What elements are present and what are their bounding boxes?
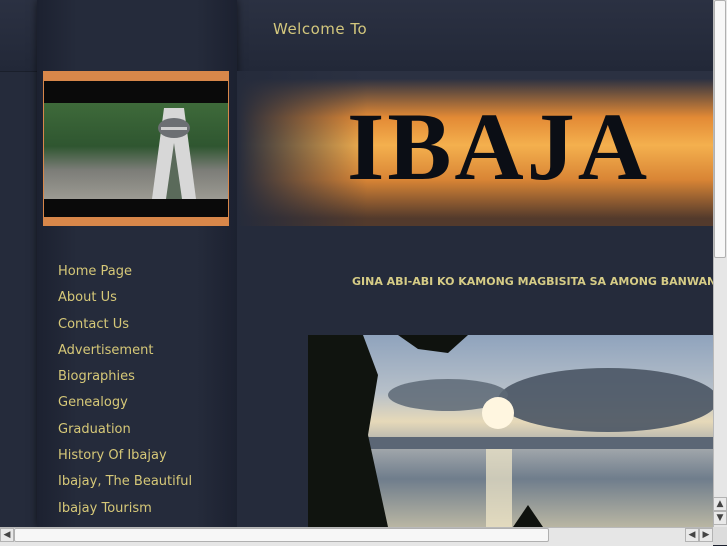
welcome-heading: Welcome To bbox=[273, 20, 368, 38]
main-nav: Home Page About Us Contact Us Advertisem… bbox=[58, 262, 192, 525]
nav-link-home[interactable]: Home Page bbox=[58, 264, 132, 279]
horizontal-scroll-thumb[interactable] bbox=[14, 528, 549, 542]
arrow-left-icon[interactable]: ◀ bbox=[685, 528, 699, 542]
web-page: Welcome To IBAJA GINA ABI-ABI KO KAMONG … bbox=[0, 0, 713, 527]
sunset-photo bbox=[308, 335, 713, 527]
nav-link-history[interactable]: History Of Ibajay bbox=[58, 448, 167, 463]
nav-link-tourism[interactable]: Ibajay Tourism bbox=[58, 501, 152, 516]
nav-item-about: About Us bbox=[58, 288, 192, 314]
nav-item-biographies: Biographies bbox=[58, 367, 192, 393]
nav-link-contact[interactable]: Contact Us bbox=[58, 317, 129, 332]
nav-link-advertisement[interactable]: Advertisement bbox=[58, 343, 153, 358]
banner-title: IBAJA bbox=[347, 93, 651, 200]
arrow-up-icon[interactable]: ▲ bbox=[713, 497, 727, 511]
arrow-left-icon[interactable]: ◀ bbox=[0, 528, 14, 542]
nav-item-advertisement: Advertisement bbox=[58, 341, 192, 367]
arrow-down-icon[interactable]: ▼ bbox=[713, 511, 727, 525]
tagline-text: GINA ABI-ABI KO KAMONG MAGBISITA SA AMON… bbox=[352, 275, 713, 288]
sunset-scene bbox=[308, 335, 713, 527]
nav-item-graduation: Graduation bbox=[58, 420, 192, 446]
nav-item-home: Home Page bbox=[58, 262, 192, 288]
entrance-photo-scene bbox=[44, 103, 228, 199]
nav-item-contact: Contact Us bbox=[58, 315, 192, 341]
arrow-right-icon[interactable]: ▶ bbox=[699, 528, 713, 542]
nav-link-genealogy[interactable]: Genealogy bbox=[58, 395, 128, 410]
monument-image bbox=[152, 108, 196, 199]
vertical-scroll-thumb[interactable] bbox=[714, 0, 726, 258]
banner-image: IBAJA bbox=[237, 71, 713, 226]
nav-item-beautiful: Ibajay, The Beautiful bbox=[58, 472, 192, 498]
nav-link-about[interactable]: About Us bbox=[58, 290, 117, 305]
scrollbar-corner bbox=[713, 527, 727, 545]
nav-item-tourism: Ibajay Tourism bbox=[58, 499, 192, 525]
nav-item-genealogy: Genealogy bbox=[58, 393, 192, 419]
nav-link-biographies[interactable]: Biographies bbox=[58, 369, 135, 384]
nav-link-beautiful[interactable]: Ibajay, The Beautiful bbox=[58, 474, 192, 489]
nav-item-history: History Of Ibajay bbox=[58, 446, 192, 472]
nav-link-graduation[interactable]: Graduation bbox=[58, 422, 131, 437]
